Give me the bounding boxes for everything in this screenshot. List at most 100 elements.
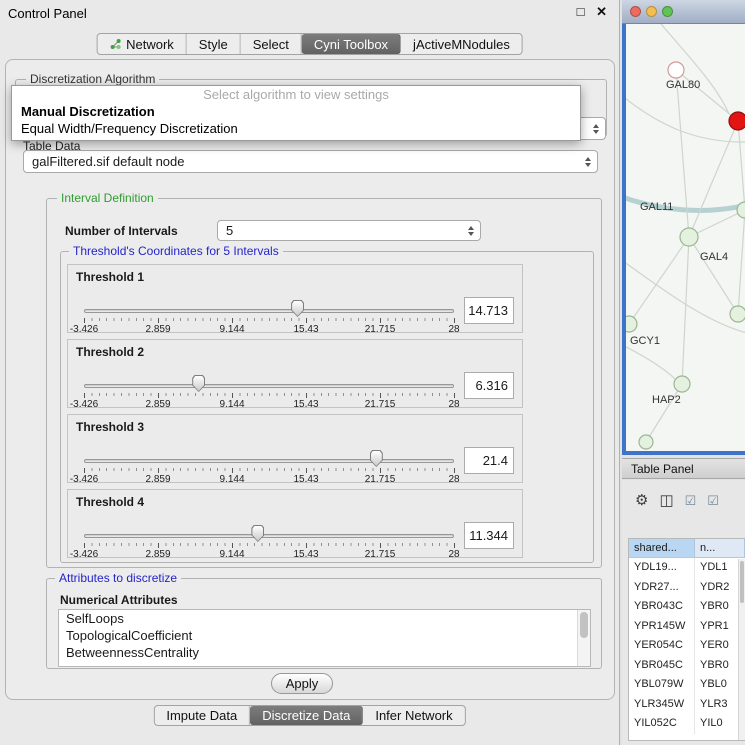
slider-track	[84, 459, 454, 463]
threshold-value-1[interactable]: 14.713	[464, 297, 514, 324]
tab-style[interactable]: Style	[187, 34, 241, 54]
bottom-tab-label: Infer Network	[375, 708, 452, 723]
network-edge[interactable]	[656, 24, 729, 114]
numerical-attributes-label: Numerical Attributes	[60, 593, 178, 607]
table-row[interactable]: YIL052CYIL0	[629, 714, 745, 734]
network-edge[interactable]	[626, 344, 675, 379]
threshold-value-4[interactable]: 11.344	[464, 522, 514, 549]
select-all-icon[interactable]: ☑	[685, 494, 697, 507]
network-node[interactable]	[668, 62, 684, 78]
network-graph[interactable]: GAL80GAL11GAL4GCY1HAP2	[626, 24, 745, 451]
tab-jactivemnodules[interactable]: jActiveMNodules	[401, 34, 522, 54]
network-edge[interactable]	[689, 237, 738, 314]
list-scrollbar[interactable]	[577, 610, 590, 666]
table-row[interactable]: YBR043CYBR0	[629, 597, 745, 617]
table-row[interactable]: YDR27...YDR2	[629, 578, 745, 598]
table-row[interactable]: YDL19...YDL1	[629, 558, 745, 578]
dropdown-option-equal-width-frequency[interactable]: Equal Width/Frequency Discretization	[12, 120, 580, 137]
tab-label: Cyni Toolbox	[314, 37, 388, 52]
scrollbar-thumb[interactable]	[580, 612, 588, 638]
network-edge[interactable]	[629, 237, 689, 324]
list-item-selfloops[interactable]: SelfLoops	[59, 610, 590, 627]
tick-mark	[380, 543, 381, 548]
network-node[interactable]	[680, 228, 698, 246]
table-row[interactable]: YER054CYER0	[629, 636, 745, 656]
network-node[interactable]	[729, 112, 745, 130]
threshold-slider-3[interactable]: -3.4262.8599.14415.4321.71528	[84, 443, 454, 483]
close-traffic-light-icon[interactable]	[630, 6, 641, 17]
table-row[interactable]: YBL079WYBL0	[629, 675, 745, 695]
gear-icon[interactable]: ⚙	[635, 493, 648, 508]
slider-handle[interactable]	[251, 525, 264, 542]
table-data-combobox[interactable]: galFiltered.sif default node	[23, 150, 598, 173]
tick-label: 28	[448, 324, 459, 335]
network-edge[interactable]	[646, 384, 682, 442]
slider-handle[interactable]	[370, 450, 383, 467]
table-row[interactable]: YPR145WYPR1	[629, 617, 745, 637]
scrollbar-thumb[interactable]	[740, 561, 744, 603]
network-edge[interactable]	[682, 237, 689, 384]
network-edge[interactable]	[626, 94, 745, 142]
bottom-tab-discretize-data[interactable]: Discretize Data	[250, 706, 363, 725]
minimize-traffic-light-icon[interactable]	[646, 6, 657, 17]
tick-label: -3.426	[70, 399, 98, 410]
slider-track	[84, 534, 454, 538]
network-node[interactable]	[626, 316, 637, 332]
numerical-attributes-list[interactable]: SelfLoopsTopologicalCoefficientBetweenne…	[58, 609, 591, 667]
slider-handle[interactable]	[192, 375, 205, 392]
network-window-titlebar[interactable]	[622, 0, 745, 24]
network-node[interactable]	[639, 435, 653, 449]
bottom-tab-infer-network[interactable]: Infer Network	[363, 706, 464, 725]
cell-shared-name: YLR345W	[629, 695, 695, 715]
node-table[interactable]: shared...n... YDL19...YDL1YDR27...YDR2YB…	[628, 538, 745, 741]
tab-cyni-toolbox[interactable]: Cyni Toolbox	[302, 34, 401, 54]
attribute-items: SelfLoopsTopologicalCoefficientBetweenne…	[59, 610, 590, 661]
tick-label: 15.43	[293, 399, 318, 410]
close-window-button[interactable]: ✕	[596, 4, 607, 19]
column-header-2[interactable]: n...	[695, 539, 745, 557]
network-edge[interactable]	[738, 121, 745, 210]
apply-button[interactable]: Apply	[271, 673, 333, 694]
control-panel-window: Control Panel □ ✕ NetworkStyleSelect Cyni…	[0, 0, 620, 745]
threshold-value-2[interactable]: 6.316	[464, 372, 514, 399]
list-item-betweennesscentrality[interactable]: BetweennessCentrality	[59, 644, 590, 661]
table-row[interactable]: YBR045CYBR0	[629, 656, 745, 676]
table-row[interactable]: YLR345WYLR3	[629, 695, 745, 715]
threshold-slider-4[interactable]: -3.4262.8599.14415.4321.71528	[84, 518, 454, 558]
tab-select[interactable]: Select	[241, 34, 302, 54]
threshold-value-3[interactable]: 21.4	[464, 447, 514, 474]
zoom-traffic-light-icon[interactable]	[662, 6, 673, 17]
tick-mark	[454, 468, 455, 473]
network-edge[interactable]	[738, 210, 745, 314]
tick-mark	[306, 543, 307, 548]
network-edge[interactable]	[689, 121, 738, 237]
threshold-panel-4: Threshold 4-3.4262.8599.14415.4321.71528…	[67, 489, 523, 558]
control-panel-title: Control Panel	[8, 6, 87, 21]
slider-ticks	[84, 543, 455, 546]
network-canvas[interactable]: GAL80GAL11GAL4GCY1HAP2	[626, 24, 745, 451]
bottom-tab-impute-data[interactable]: Impute Data	[154, 706, 250, 725]
network-node[interactable]	[730, 306, 745, 322]
threshold-slider-2[interactable]: -3.4262.8599.14415.4321.71528	[84, 368, 454, 408]
cell-shared-name: YIL052C	[629, 714, 695, 734]
float-window-button[interactable]: □	[577, 4, 585, 19]
threshold-panel-2: Threshold 2-3.4262.8599.14415.4321.71528…	[67, 339, 523, 408]
tab-network[interactable]: Network	[97, 34, 187, 54]
number-of-intervals-combobox[interactable]: 5	[217, 220, 481, 241]
select-none-icon[interactable]: ☑	[707, 494, 719, 507]
table-columns-icon[interactable]: ◫	[659, 493, 673, 508]
tick-mark	[158, 468, 159, 473]
threshold-slider-1[interactable]: -3.4262.8599.14415.4321.71528	[84, 293, 454, 333]
dropdown-option-manual-discretization[interactable]: Manual Discretization	[12, 103, 580, 120]
interval-definition-title: Interval Definition	[57, 191, 158, 205]
network-node[interactable]	[674, 376, 690, 392]
tick-mark	[306, 318, 307, 323]
tick-labels: -3.4262.8599.14415.4321.71528	[84, 549, 455, 560]
tick-labels: -3.4262.8599.14415.4321.71528	[84, 474, 455, 485]
list-item-topologicalcoefficient[interactable]: TopologicalCoefficient	[59, 627, 590, 644]
thresholds-group-title: Threshold's Coordinates for 5 Intervals	[69, 244, 283, 258]
slider-handle[interactable]	[291, 300, 304, 317]
column-header-1[interactable]: shared...	[629, 539, 695, 557]
table-scrollbar[interactable]	[738, 559, 745, 740]
tick-labels: -3.4262.8599.14415.4321.71528	[84, 324, 455, 335]
